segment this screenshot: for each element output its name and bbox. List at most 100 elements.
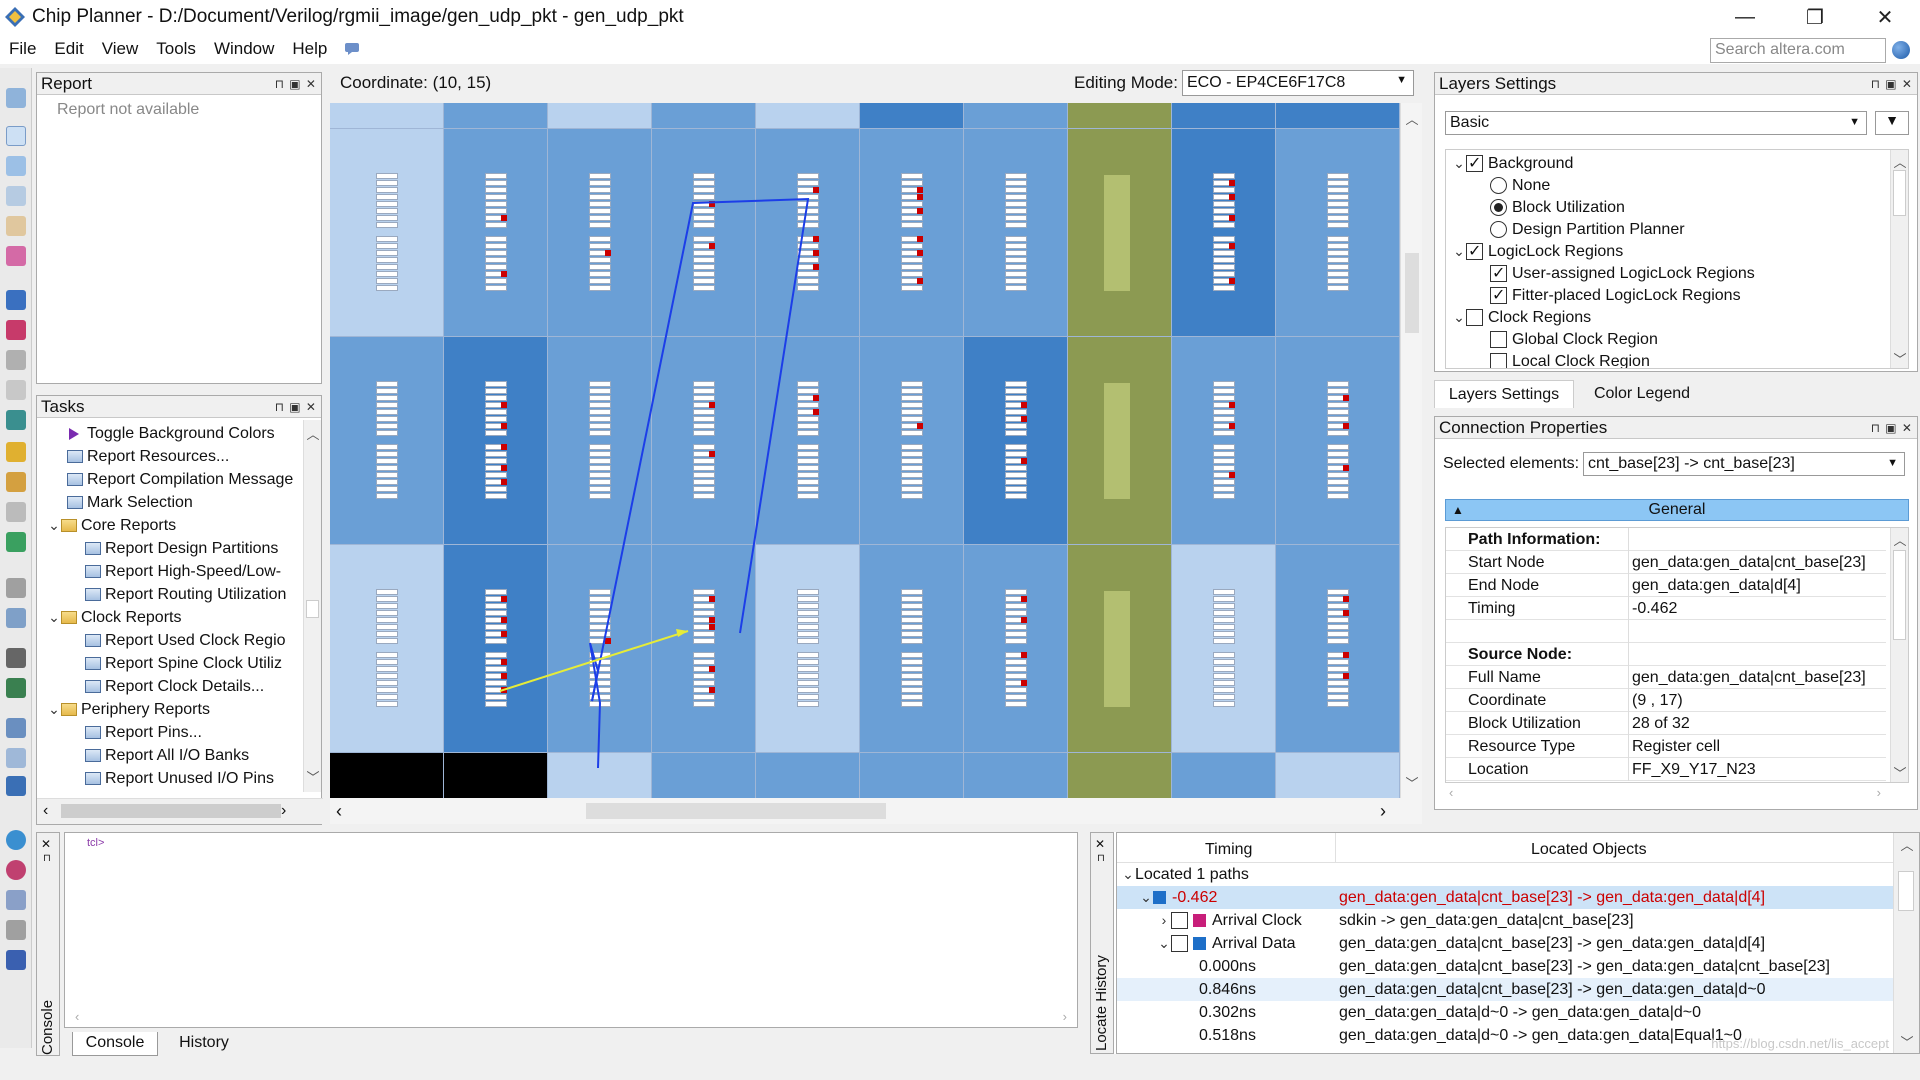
- lab-block[interactable]: [330, 545, 444, 753]
- scroll-thumb[interactable]: [1405, 253, 1419, 333]
- task-item[interactable]: ⌄ Core Reports: [47, 514, 176, 537]
- property-row[interactable]: Resource Type Register cell: [1446, 735, 1886, 758]
- critical-path-icon[interactable]: [6, 410, 26, 430]
- selected-elements-select[interactable]: cnt_base[23] -> cnt_base[23] ▼: [1583, 452, 1905, 476]
- layer-checkbox[interactable]: [1466, 309, 1483, 327]
- globe-tool-icon[interactable]: [6, 830, 26, 850]
- layer-item[interactable]: None: [1490, 174, 1550, 197]
- globe-icon[interactable]: [1892, 41, 1910, 59]
- lab-block[interactable]: [444, 129, 548, 337]
- property-row[interactable]: [1446, 620, 1886, 643]
- menu-edit[interactable]: Edit: [45, 39, 92, 59]
- panel-controls[interactable]: ⊓ ▣ ✕: [1871, 73, 1913, 95]
- scroll-up-arrow[interactable]: ︿: [1401, 109, 1423, 128]
- lab-block[interactable]: [548, 337, 652, 545]
- lab-block[interactable]: [1276, 337, 1400, 545]
- lab-block[interactable]: [548, 753, 652, 798]
- general-section-header[interactable]: ▲ General: [1445, 499, 1909, 521]
- tasks-vscroll[interactable]: ︿ ﹀: [303, 420, 321, 792]
- scroll-left-arrow[interactable]: ‹: [75, 1009, 79, 1024]
- lab-block[interactable]: [330, 103, 444, 129]
- close-window-button[interactable]: ✕: [1850, 0, 1920, 34]
- canvas-vscroll[interactable]: ︿ ﹀: [1400, 103, 1422, 798]
- task-item[interactable]: Report Design Partitions: [85, 537, 278, 560]
- unassign-icon[interactable]: [6, 608, 26, 628]
- lab-block[interactable]: [548, 103, 652, 129]
- chevron-down-icon[interactable]: ⌄: [1452, 306, 1466, 329]
- scroll-left-arrow[interactable]: ‹: [336, 801, 342, 822]
- panel-controls[interactable]: ⊓ ▣ ✕: [275, 73, 317, 95]
- lab-block[interactable]: [652, 337, 756, 545]
- chevron-down-icon[interactable]: ⌄: [1452, 240, 1466, 263]
- lab-block[interactable]: [964, 103, 1068, 129]
- lab-block[interactable]: [860, 337, 964, 545]
- chevron-down-icon[interactable]: ⌄: [1139, 886, 1153, 909]
- tasks-hscroll[interactable]: ‹ ›: [37, 798, 323, 824]
- menu-help[interactable]: Help: [283, 39, 336, 59]
- property-row[interactable]: Path Information:: [1446, 528, 1886, 551]
- lab-block[interactable]: [330, 753, 444, 798]
- layer-item[interactable]: ⌄ Clock Regions: [1452, 306, 1591, 329]
- layer-preset-select[interactable]: Basic ▼: [1445, 111, 1867, 135]
- property-row[interactable]: Source Node:: [1446, 643, 1886, 666]
- layer-radio[interactable]: [1490, 177, 1507, 195]
- lab-block[interactable]: [1172, 545, 1276, 753]
- chevron-down-icon[interactable]: ⌄: [1452, 152, 1466, 175]
- chevron-down-icon[interactable]: ⌄: [1121, 863, 1135, 886]
- lab-block[interactable]: [1172, 103, 1276, 129]
- lab-block[interactable]: [444, 103, 548, 129]
- task-item[interactable]: Toggle Background Colors: [67, 422, 275, 445]
- paint-icon[interactable]: [6, 442, 26, 462]
- lab-block[interactable]: [1172, 337, 1276, 545]
- lab-block[interactable]: [964, 753, 1068, 798]
- locate-result-row[interactable]: 0.000ns gen_data:gen_data|cnt_base[23] ->…: [1117, 955, 1893, 978]
- layer-checkbox[interactable]: [1490, 262, 1507, 285]
- located-objects-column-header[interactable]: Located Objects: [1531, 841, 1647, 859]
- tab-console[interactable]: Console: [72, 1032, 158, 1056]
- fanout-icon[interactable]: [6, 320, 26, 340]
- layer-options-button[interactable]: ▼: [1875, 111, 1909, 135]
- property-row[interactable]: Timing -0.462: [1446, 597, 1886, 620]
- lab-block[interactable]: [330, 129, 444, 337]
- scroll-left-arrow[interactable]: ‹: [43, 802, 48, 820]
- chip-view-icon[interactable]: [6, 718, 26, 738]
- scroll-thumb[interactable]: [1893, 550, 1906, 640]
- lab-block[interactable]: [444, 545, 548, 753]
- close-icon[interactable]: ✕: [1095, 837, 1105, 851]
- row-checkbox[interactable]: [1171, 912, 1188, 930]
- pin-icon[interactable]: ⊓: [43, 853, 51, 864]
- chevron-down-icon[interactable]: ⌄: [47, 514, 61, 537]
- lab-block[interactable]: [1172, 753, 1276, 798]
- scroll-down-arrow[interactable]: ﹀: [1894, 1032, 1920, 1051]
- lab-block[interactable]: [548, 545, 652, 753]
- scroll-thumb[interactable]: [61, 804, 281, 818]
- lab-block[interactable]: [860, 103, 964, 129]
- locate-icon[interactable]: [6, 678, 26, 698]
- refresh-icon[interactable]: [6, 860, 26, 880]
- chevron-down-icon[interactable]: ⌄: [47, 698, 61, 721]
- fullscreen-icon[interactable]: [6, 246, 26, 266]
- scroll-down-arrow[interactable]: ﹀: [1401, 773, 1423, 792]
- locate-result-row[interactable]: 0.846ns gen_data:gen_data|cnt_base[23] ->…: [1117, 978, 1893, 1001]
- chevron-right-icon[interactable]: ›: [1157, 909, 1171, 932]
- scroll-left-arrow[interactable]: ‹: [1449, 785, 1453, 800]
- task-item[interactable]: Report Used Clock Regio: [85, 629, 286, 652]
- task-item[interactable]: Mark Selection: [67, 491, 193, 514]
- locate-result-row[interactable]: 0.302ns gen_data:gen_data|d~0 -> gen_data…: [1117, 1001, 1893, 1024]
- layer-item[interactable]: ⌄ LogicLock Regions: [1452, 240, 1623, 263]
- locate-result-row[interactable]: ⌄ -0.462 gen_data:gen_data|cnt_base[23] ->…: [1117, 886, 1893, 909]
- lab-block[interactable]: [1276, 103, 1400, 129]
- minimize-button[interactable]: —: [1710, 0, 1780, 34]
- locate-vscroll[interactable]: ︿ ﹀: [1893, 833, 1919, 1053]
- task-item[interactable]: Report Routing Utilization: [85, 583, 286, 606]
- row-checkbox[interactable]: [1171, 935, 1188, 953]
- scroll-right-arrow[interactable]: ›: [1063, 1009, 1067, 1024]
- layer-item[interactable]: Local Clock Region: [1490, 350, 1650, 368]
- ram-column-block[interactable]: [1068, 545, 1172, 753]
- lab-block[interactable]: [860, 129, 964, 337]
- layer-item[interactable]: Fitter-placed LogicLock Regions: [1490, 284, 1741, 307]
- lab-block[interactable]: [964, 337, 1068, 545]
- binoculars-icon[interactable]: [6, 648, 26, 668]
- lab-block[interactable]: [1172, 129, 1276, 337]
- property-row[interactable]: End Node gen_data:gen_data|d[4]: [1446, 574, 1886, 597]
